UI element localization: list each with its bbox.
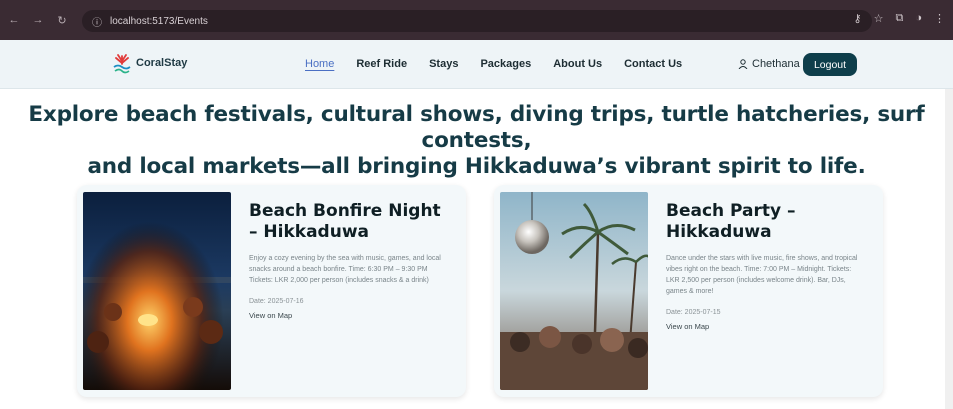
event-date: Date: 2025-07-15: [666, 309, 721, 316]
extensions-icon[interactable]: ⧉: [895, 12, 903, 25]
more-menu-icon[interactable]: ⋮: [934, 12, 945, 25]
reload-icon[interactable]: ↻: [52, 14, 72, 27]
event-card: Beach Party – Hikkaduwa Dance under the …: [494, 185, 883, 397]
page-intro: Explore beach festivals, cultural shows,…: [20, 102, 933, 180]
intro-line-2: and local markets—all bringing Hikkaduwa…: [87, 154, 866, 179]
bookmark-star-icon[interactable]: ☆: [874, 12, 884, 25]
page-scrollbar[interactable]: [945, 89, 953, 409]
site-header: CoralStay Home Reef Ride Stays Packages …: [0, 40, 953, 89]
view-on-map-link[interactable]: View on Map: [666, 322, 866, 331]
event-title: Beach Bonfire Night – Hikkaduwa: [249, 201, 441, 242]
brand-logo[interactable]: CoralStay: [112, 52, 187, 74]
main-nav: Home Reef Ride Stays Packages About Us C…: [305, 40, 704, 88]
event-details: Beach Bonfire Night – Hikkaduwa Enjoy a …: [249, 201, 449, 320]
url-text: localhost:5173/Events: [110, 15, 208, 27]
logout-button[interactable]: Logout: [803, 53, 857, 76]
nav-home[interactable]: Home: [305, 58, 334, 70]
intro-line-1: Explore beach festivals, cultural shows,…: [28, 102, 925, 153]
key-icon[interactable]: ⚷: [854, 12, 862, 25]
nav-packages[interactable]: Packages: [480, 58, 531, 70]
user-name: Chethana: [752, 58, 800, 70]
site-info-icon[interactable]: ⓘ: [92, 14, 102, 29]
event-image-beach-party: [500, 192, 648, 390]
address-bar[interactable]: ⓘ localhost:5173/Events: [82, 10, 872, 32]
event-card: Beach Bonfire Night – Hikkaduwa Enjoy a …: [77, 185, 466, 397]
event-details: Beach Party – Hikkaduwa Dance under the …: [666, 201, 866, 331]
user-icon: [738, 59, 748, 69]
event-image-bonfire: [83, 192, 231, 390]
nav-stays[interactable]: Stays: [429, 58, 458, 70]
event-date: Date: 2025-07-16: [249, 298, 304, 305]
brand-name: CoralStay: [136, 57, 188, 69]
back-icon[interactable]: ←: [4, 14, 24, 26]
view-on-map-link[interactable]: View on Map: [249, 311, 449, 320]
user-profile-link[interactable]: Chethana: [738, 58, 800, 70]
event-description: Enjoy a cozy evening by the sea with mus…: [249, 255, 441, 284]
nav-reef-ride[interactable]: Reef Ride: [356, 58, 407, 70]
profile-icon[interactable]: ◑: [915, 12, 922, 25]
browser-toolbar: ← → ↻ ⓘ localhost:5173/Events ⚷ ☆ ⧉ ◑ ⋮: [0, 0, 953, 40]
coral-logo-icon: [113, 54, 131, 74]
nav-about-us[interactable]: About Us: [553, 58, 602, 70]
nav-contact-us[interactable]: Contact Us: [624, 58, 682, 70]
event-description: Dance under the stars with live music, f…: [666, 255, 858, 295]
forward-icon[interactable]: →: [28, 14, 48, 26]
event-title: Beach Party – Hikkaduwa: [666, 201, 796, 242]
